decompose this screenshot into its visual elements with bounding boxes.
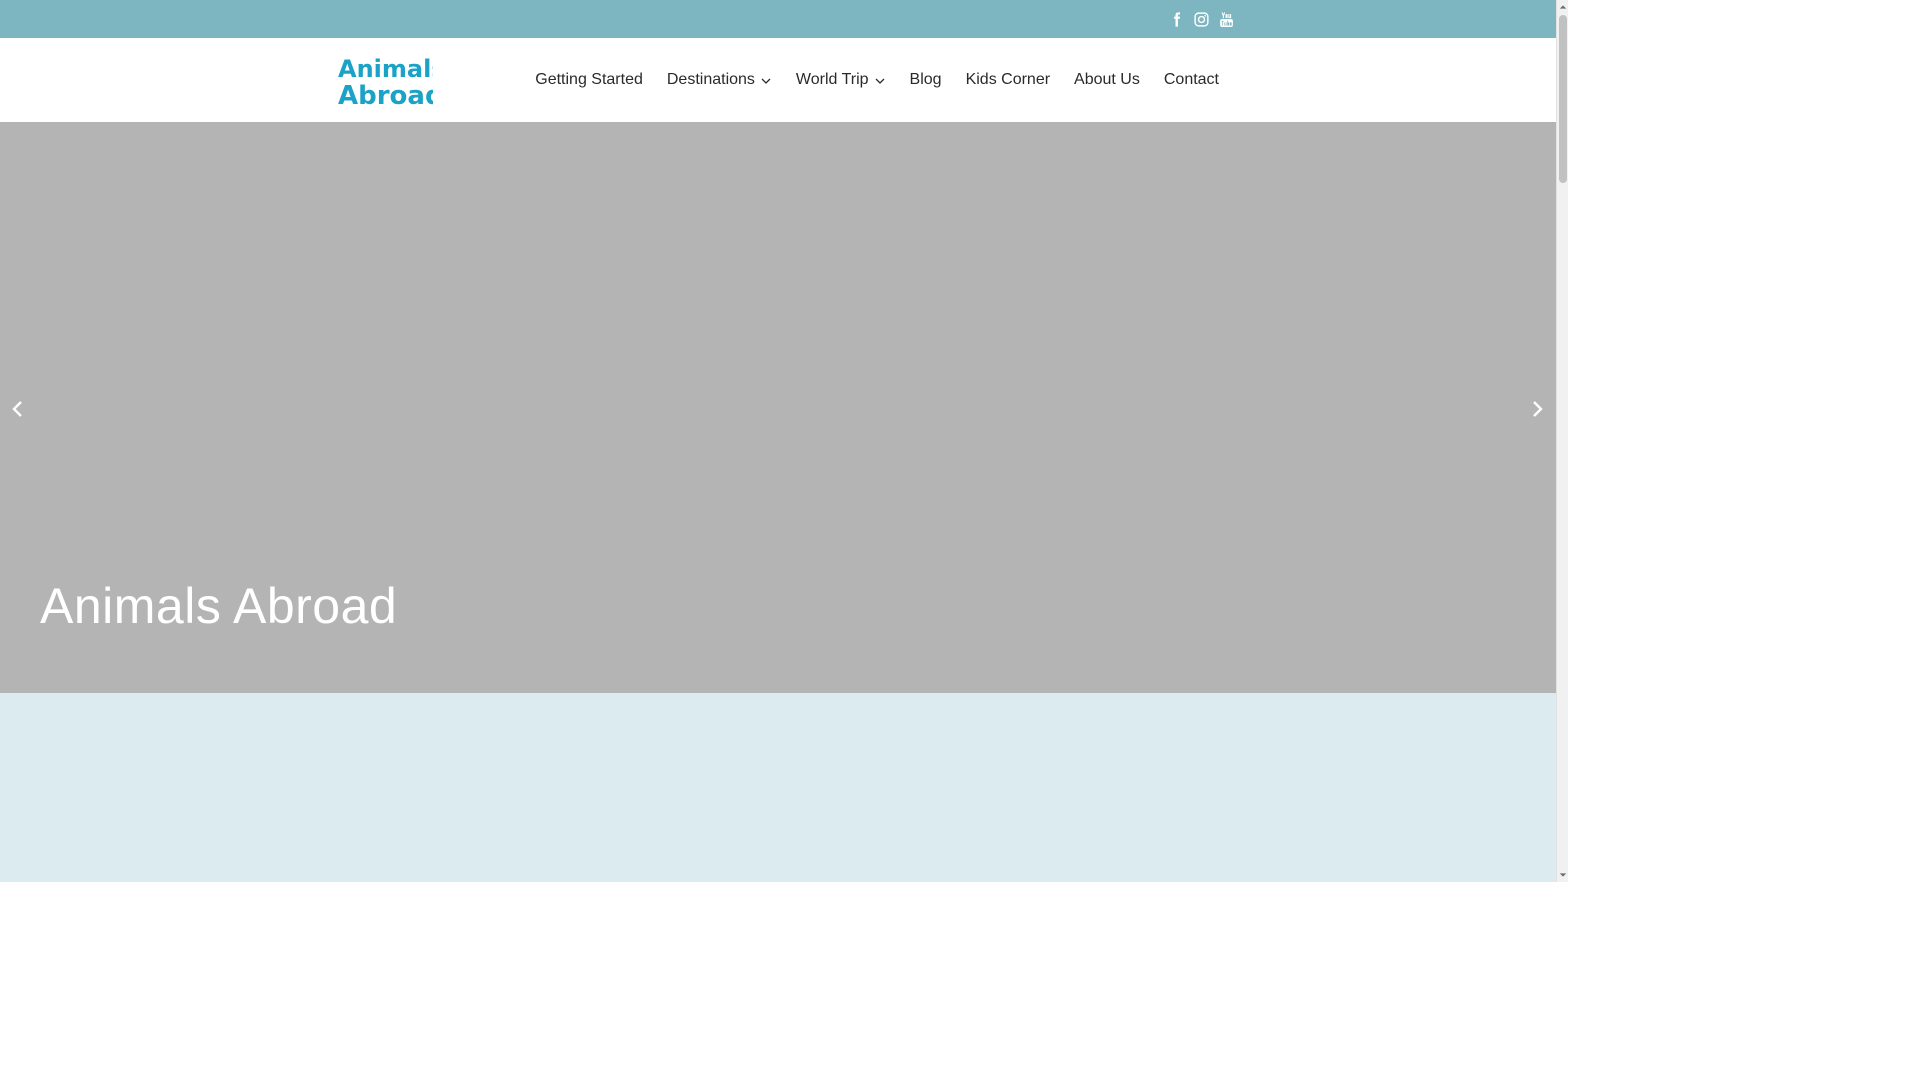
nav-world-trip[interactable]: World Trip [784, 38, 898, 122]
nav-label: About Us [1074, 71, 1140, 88]
logo-line-2: Abroad [338, 81, 433, 107]
nav-label: World Trip [795, 71, 869, 88]
content-section [0, 693, 1556, 882]
hero-slider: Animals Abroad [0, 122, 1556, 693]
instagram-icon[interactable] [1193, 10, 1210, 29]
nav-label: Contact [1163, 71, 1219, 88]
hero-title: Animals Abroad [40, 578, 398, 634]
scrollbar-thumb[interactable] [1559, 15, 1567, 183]
nav-contact[interactable]: Contact [1152, 38, 1231, 122]
nav-destinations[interactable]: Destinations [655, 38, 784, 122]
scroll-down-arrow-icon[interactable] [1558, 868, 1568, 882]
social-links [1168, 10, 1235, 29]
nav-label: Destinations [666, 71, 755, 88]
nav-label: Getting Started [535, 71, 643, 88]
facebook-icon[interactable] [1168, 10, 1185, 29]
site-logo[interactable]: Animals Abroad [337, 53, 446, 111]
chevron-down-icon [874, 74, 886, 86]
nav-getting-started[interactable]: Getting Started [523, 38, 655, 122]
chevron-left-icon[interactable] [8, 395, 28, 423]
scrollbar[interactable] [1556, 0, 1568, 882]
scroll-up-arrow-icon[interactable] [1558, 0, 1568, 14]
top-bar [0, 0, 1556, 38]
nav-about-us[interactable]: About Us [1062, 38, 1152, 122]
nav-label: Kids Corner [965, 71, 1051, 88]
nav-blog[interactable]: Blog [898, 38, 954, 122]
chevron-right-icon[interactable] [1527, 395, 1547, 423]
logo-line-1: Animals [338, 55, 433, 83]
nav-label: Blog [909, 71, 942, 88]
main-nav: Getting Started Destinations World Trip … [523, 38, 1231, 122]
chevron-down-icon [760, 74, 772, 86]
page: Animals Abroad Getting Started Destinati… [0, 0, 1556, 882]
nav-kids-corner[interactable]: Kids Corner [954, 38, 1062, 122]
site-header: Animals Abroad Getting Started Destinati… [0, 38, 1556, 122]
youtube-icon[interactable] [1218, 10, 1235, 29]
